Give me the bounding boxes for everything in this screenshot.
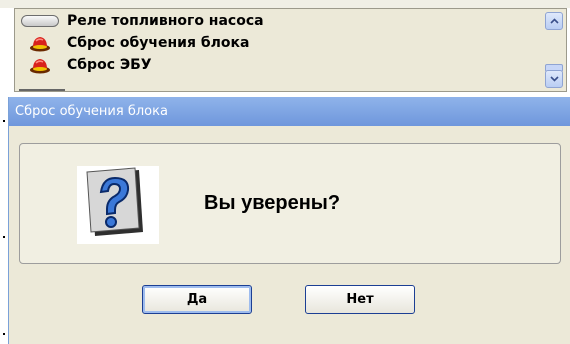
chevron-down-icon (549, 76, 559, 82)
list-divider (19, 89, 65, 91)
red-cap-icon (21, 55, 59, 75)
edge-mark (3, 236, 5, 238)
top-strip (0, 0, 570, 8)
message-box: Вы уверены? (19, 143, 561, 264)
scroll-down-button[interactable] (545, 70, 563, 88)
edge-mark (3, 333, 5, 335)
command-list[interactable]: Реле топливного насоса Сброс обучения бл… (14, 8, 567, 92)
chevron-up-icon (549, 18, 559, 24)
list-item-label: Реле топливного насоса (67, 13, 264, 29)
list-item[interactable]: Реле топливного насоса (21, 10, 264, 32)
list-item-label: Сброс ЭБУ (67, 57, 152, 73)
vertical-scrollbar[interactable] (545, 12, 563, 88)
confirm-message: Вы уверены? (204, 192, 341, 214)
red-cap-icon (21, 33, 59, 53)
question-mark-icon (77, 166, 159, 244)
scroll-up-button[interactable] (545, 12, 563, 30)
toggle-pill-icon (21, 15, 59, 27)
list-item-label: Сброс обучения блока (67, 35, 250, 51)
no-button[interactable]: Нет (305, 285, 415, 314)
confirm-dialog: Сброс обучения блока Вы уверены? Да Нет (8, 97, 570, 344)
dialog-titlebar[interactable]: Сброс обучения блока (9, 97, 570, 126)
list-item[interactable]: Сброс обучения блока (21, 32, 249, 54)
list-item[interactable]: Сброс ЭБУ (21, 54, 152, 76)
dialog-title: Сброс обучения блока (15, 104, 168, 119)
yes-button[interactable]: Да (142, 285, 252, 314)
edge-mark (3, 120, 5, 122)
